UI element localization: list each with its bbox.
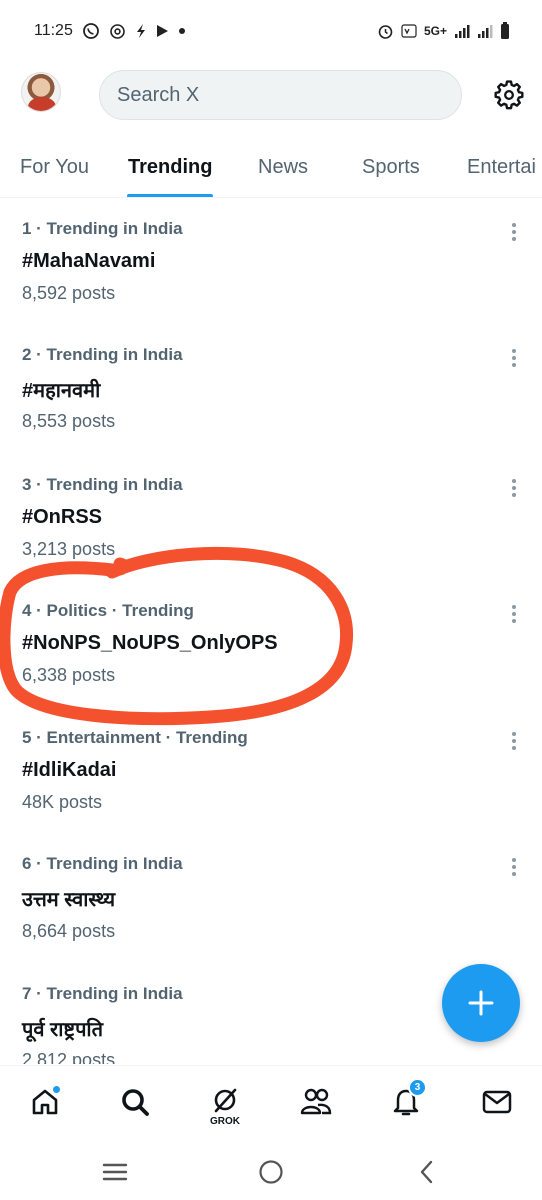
- trend-post-count: 8,592 posts: [22, 283, 116, 303]
- trend-meta: 6 · Trending in India: [22, 854, 183, 873]
- notification-dot-icon: [178, 27, 186, 35]
- more-options-icon[interactable]: [504, 347, 524, 369]
- plus-icon: [468, 990, 494, 1016]
- trend-item[interactable]: 5 · Entertainment · Trending #IdliKadai …: [0, 728, 542, 858]
- trend-name: #NoNPS_NoUPS_OnlyOPS: [22, 632, 278, 654]
- system-navigation-bar: [0, 1141, 542, 1200]
- home-circle-icon[interactable]: [256, 1157, 286, 1187]
- search-icon: [122, 1089, 149, 1116]
- status-bar: 11:25 5G+: [0, 0, 542, 62]
- trend-name: #OnRSS: [22, 506, 103, 528]
- profile-avatar[interactable]: [21, 72, 61, 112]
- active-tab-indicator: [127, 194, 213, 197]
- tab-entertainment[interactable]: Entertai: [467, 156, 536, 179]
- trend-name: पूर्व राष्ट्रपति: [22, 1019, 104, 1041]
- trend-item[interactable]: 3 · Trending in India #OnRSS 3,213 posts: [0, 475, 542, 605]
- trend-post-count: 48K posts: [22, 792, 103, 812]
- trend-item[interactable]: 4 · Politics · Trending #NoNPS_NoUPS_Onl…: [0, 601, 542, 731]
- nav-communities[interactable]: [296, 1082, 336, 1122]
- more-options-icon[interactable]: [504, 856, 524, 878]
- search-placeholder: Search X: [117, 83, 200, 106]
- more-options-icon[interactable]: [504, 477, 524, 499]
- more-options-icon[interactable]: [504, 221, 524, 243]
- trend-meta: 4 · Politics · Trending: [22, 601, 194, 620]
- trend-name: #महानवमी: [22, 380, 101, 402]
- trend-item[interactable]: 1 · Trending in India #MahaNavami 8,592 …: [0, 219, 542, 349]
- top-bar: Search X: [0, 62, 542, 128]
- trend-post-count: 3,213 posts: [22, 539, 116, 559]
- trend-item[interactable]: 6 · Trending in India उत्तम स्वास्थ्य 8,…: [0, 854, 542, 984]
- alarm-icon: [377, 23, 394, 40]
- trend-item[interactable]: 2 · Trending in India #महानवमी 8,553 pos…: [0, 345, 542, 475]
- compose-post-button[interactable]: [442, 964, 520, 1042]
- trend-name: #MahaNavami: [22, 250, 156, 272]
- recent-apps-icon[interactable]: [100, 1157, 130, 1187]
- battery-icon: [500, 22, 510, 40]
- whatsapp-icon: [82, 22, 100, 40]
- more-options-icon[interactable]: [504, 603, 524, 625]
- trend-meta: 2 · Trending in India: [22, 345, 183, 364]
- more-options-icon[interactable]: [504, 730, 524, 752]
- status-time: 11:25: [34, 22, 73, 39]
- volte-icon: [401, 23, 417, 39]
- explore-tabs: For You Trending News Sports Entertai: [0, 140, 542, 198]
- play-icon: [156, 24, 169, 38]
- home-unread-dot: [52, 1085, 61, 1094]
- trend-meta: 7 · Trending in India: [22, 984, 183, 1003]
- nav-notifications[interactable]: 3: [386, 1078, 427, 1122]
- signal-icon: [454, 23, 470, 39]
- communities-icon: [300, 1088, 332, 1115]
- nav-home[interactable]: [25, 1082, 65, 1122]
- grok-label: GROK: [210, 1116, 240, 1127]
- nav-messages[interactable]: [477, 1082, 517, 1122]
- settings-gear-icon[interactable]: [492, 78, 526, 112]
- trend-name: #IdliKadai: [22, 759, 117, 781]
- tab-sports[interactable]: Sports: [362, 156, 420, 179]
- search-input[interactable]: Search X: [99, 70, 462, 120]
- notification-badge: 3: [408, 1078, 427, 1097]
- trend-post-count: 6,338 posts: [22, 665, 116, 685]
- trend-meta: 5 · Entertainment · Trending: [22, 728, 248, 747]
- bottom-navigation: GROK 3: [0, 1065, 542, 1141]
- at-icon: [109, 23, 126, 40]
- tab-trending[interactable]: Trending: [128, 156, 212, 179]
- mail-icon: [482, 1090, 512, 1114]
- trend-meta: 1 · Trending in India: [22, 219, 183, 238]
- signal-icon-secondary: [477, 23, 493, 39]
- grok-icon: [214, 1088, 237, 1113]
- bolt-icon: [135, 23, 147, 39]
- nav-explore[interactable]: [115, 1082, 155, 1122]
- trend-name: उत्तम स्वास्थ्य: [22, 889, 116, 911]
- tab-news[interactable]: News: [258, 156, 308, 179]
- trend-post-count: 8,664 posts: [22, 921, 116, 941]
- trend-meta: 3 · Trending in India: [22, 475, 183, 494]
- network-type: 5G+: [423, 24, 447, 38]
- trend-post-count: 8,553 posts: [22, 411, 116, 431]
- nav-grok[interactable]: GROK: [205, 1082, 245, 1127]
- trend-post-count: 2,812 posts: [22, 1050, 116, 1064]
- back-icon[interactable]: [412, 1157, 442, 1187]
- tab-for-you[interactable]: For You: [20, 156, 89, 179]
